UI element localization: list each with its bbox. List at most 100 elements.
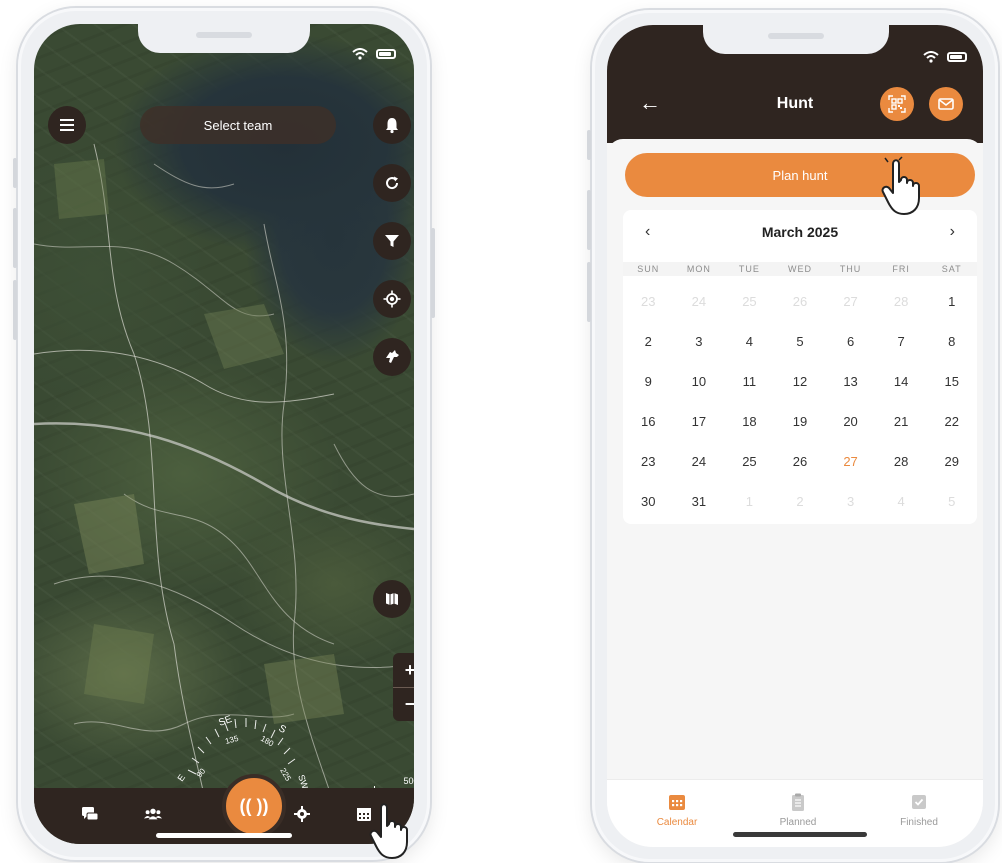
team-icon <box>143 808 162 820</box>
calendar-day[interactable]: 18 <box>724 402 775 442</box>
calendar-day[interactable]: 5 <box>775 322 826 362</box>
tab-planned-label: Planned <box>779 817 817 828</box>
hand-cursor-icon <box>369 803 408 859</box>
bell-icon <box>386 118 398 134</box>
map-layers-icon <box>386 593 398 605</box>
messages-button[interactable] <box>929 87 963 121</box>
dog-tracking-button[interactable] <box>373 338 411 376</box>
calendar-day[interactable]: 26 <box>775 442 826 482</box>
select-team-dropdown[interactable]: Select team <box>140 106 336 144</box>
calendar-day[interactable]: 3 <box>674 322 725 362</box>
calendar-day-outside-month[interactable]: 1 <box>724 482 775 522</box>
tab-calendar-label: Calendar <box>656 817 698 828</box>
gear-icon <box>293 806 310 822</box>
home-indicator <box>733 832 867 837</box>
calendar-day[interactable]: 25 <box>724 442 775 482</box>
map-layers-button[interactable] <box>373 580 411 618</box>
calendar-header: ‹ March 2025 › <box>623 222 977 242</box>
calendar-day-outside-month[interactable]: 4 <box>876 482 927 522</box>
weekday-label: THU <box>839 264 862 274</box>
calendar-day[interactable]: 31 <box>674 482 725 522</box>
calendar-day[interactable]: 16 <box>623 402 674 442</box>
calendar-day-outside-month[interactable]: 23 <box>623 282 674 322</box>
calendar-day[interactable]: 10 <box>674 362 725 402</box>
mail-icon <box>938 98 954 110</box>
qr-scan-button[interactable] <box>880 87 914 121</box>
calendar-day[interactable]: 17 <box>674 402 725 442</box>
calendar-day-outside-month[interactable]: 2 <box>775 482 826 522</box>
battery-icon <box>376 49 396 59</box>
phone-notch <box>138 24 310 53</box>
calendar-day[interactable]: 8 <box>926 322 977 362</box>
calendar-day[interactable]: 22 <box>926 402 977 442</box>
locate-icon <box>383 290 401 308</box>
compass-label-e: E <box>175 772 187 783</box>
calendar-day-outside-month[interactable]: 28 <box>876 282 927 322</box>
calendar-day[interactable]: 15 <box>926 362 977 402</box>
locate-button[interactable] <box>373 280 411 318</box>
refresh-icon <box>386 176 399 190</box>
calendar-day[interactable]: 14 <box>876 362 927 402</box>
calendar-day[interactable]: 21 <box>876 402 927 442</box>
wifi-icon <box>352 48 368 60</box>
compass-label-90: 90 <box>195 766 208 779</box>
wifi-icon <box>923 51 939 63</box>
chat-button[interactable] <box>70 794 110 834</box>
scale-metric: 500m <box>403 776 414 786</box>
calendar-day[interactable]: 30 <box>623 482 674 522</box>
calendar-day[interactable]: 9 <box>623 362 674 402</box>
calendar-day-outside-month[interactable]: 26 <box>775 282 826 322</box>
track-button-label: (( )) <box>239 795 269 816</box>
track-button[interactable]: (( )) <box>222 774 286 838</box>
mockup-stage: Select team + − 50 E 90 SE 135 S 180 225… <box>0 0 1002 863</box>
calendar-day-outside-month[interactable]: 27 <box>825 282 876 322</box>
tab-finished[interactable]: Finished <box>879 780 959 847</box>
refresh-button[interactable] <box>373 164 411 202</box>
calendar-day[interactable]: 13 <box>825 362 876 402</box>
calendar-day[interactable]: 12 <box>775 362 826 402</box>
team-button[interactable] <box>133 794 173 834</box>
compass-label-s: S <box>277 723 289 736</box>
home-indicator <box>156 833 292 838</box>
zoom-out-button[interactable]: − <box>393 687 414 721</box>
calendar-days-grid: 23 24 25 26 27 28 1 2 3 4 5 6 7 8 9 10 11 12 13 14 15 16 17 18 1… <box>623 282 977 522</box>
calendar-day[interactable]: 20 <box>825 402 876 442</box>
volume-down-button <box>13 280 17 340</box>
zoom-controls: + − <box>393 653 414 721</box>
calendar-day[interactable]: 11 <box>724 362 775 402</box>
qr-code-icon <box>888 95 906 113</box>
calendar-day[interactable]: 6 <box>825 322 876 362</box>
calendar-day-outside-month[interactable]: 24 <box>674 282 725 322</box>
tab-calendar[interactable]: Calendar <box>637 780 717 847</box>
settings-button[interactable] <box>282 794 322 834</box>
filter-button[interactable] <box>373 222 411 260</box>
calendar-day[interactable]: 7 <box>876 322 927 362</box>
calendar-day[interactable]: 24 <box>674 442 725 482</box>
calendar-day-outside-month[interactable]: 3 <box>825 482 876 522</box>
calendar-day[interactable]: 4 <box>724 322 775 362</box>
calendar-day[interactable]: 19 <box>775 402 826 442</box>
weekday-label: MON <box>686 264 711 274</box>
zoom-in-button[interactable]: + <box>393 653 414 687</box>
plan-hunt-label: Plan hunt <box>772 167 828 183</box>
calendar-day[interactable]: 28 <box>876 442 927 482</box>
calendar-day-outside-month[interactable]: 25 <box>724 282 775 322</box>
phone-notch <box>703 25 889 54</box>
next-month-button[interactable]: › <box>950 223 955 241</box>
calendar-day-outside-month[interactable]: 5 <box>926 482 977 522</box>
power-button <box>431 228 435 318</box>
hand-cursor-icon <box>881 156 920 215</box>
calendar-day[interactable]: 2 <box>623 322 674 362</box>
notifications-button[interactable] <box>373 106 411 144</box>
calendar-day-today[interactable]: 27 <box>825 442 876 482</box>
volume-down-button <box>587 262 591 322</box>
calendar-day[interactable]: 29 <box>926 442 977 482</box>
calendar-day[interactable]: 23 <box>623 442 674 482</box>
right-phone-frame: ← Hunt Plan hunt ‹ March 2025 › SUN MON TU… <box>587 10 998 862</box>
weekday-header-row: SUN MON TUE WED THU FRI SAT <box>623 262 977 276</box>
weekday-label: FRI <box>892 264 910 274</box>
tab-finished-label: Finished <box>900 817 938 828</box>
prev-month-button[interactable]: ‹ <box>645 223 650 241</box>
menu-button[interactable] <box>48 106 86 144</box>
calendar-day[interactable]: 1 <box>926 282 977 322</box>
